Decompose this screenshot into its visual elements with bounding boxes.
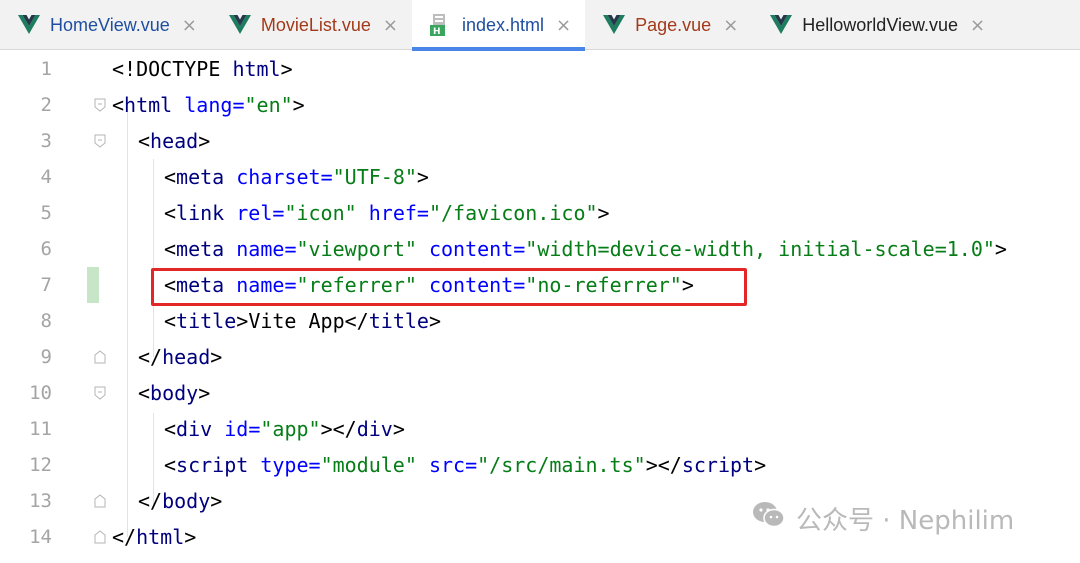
tab-helloworldview[interactable]: HelloworldView.vue × bbox=[752, 0, 999, 50]
editor-tab-bar: HomeView.vue × MovieList.vue × H index.h… bbox=[0, 0, 1080, 51]
vue-icon bbox=[228, 15, 251, 35]
wechat-icon bbox=[752, 501, 786, 536]
tab-label: index.html bbox=[461, 14, 545, 35]
tab-label: Page.vue bbox=[635, 14, 712, 35]
code-text: <head> bbox=[138, 129, 211, 153]
fold-open-icon[interactable] bbox=[94, 386, 106, 400]
code-text: <html lang="en"> bbox=[112, 93, 305, 117]
fold-end-icon[interactable] bbox=[94, 494, 106, 508]
line-number: 2 bbox=[40, 94, 52, 116]
code-text: <title>Vite App</title> bbox=[164, 309, 441, 333]
line-number: 4 bbox=[40, 166, 52, 188]
code-line[interactable]: 12 <script type="module" src="/src/main.… bbox=[0, 447, 1080, 483]
fold-open-icon[interactable] bbox=[94, 134, 106, 148]
tab-label: MovieList.vue bbox=[260, 14, 371, 35]
code-text: </head> bbox=[138, 345, 223, 369]
line-number: 1 bbox=[40, 58, 52, 80]
code-line[interactable]: 9 </head> bbox=[0, 339, 1080, 375]
line-number: 8 bbox=[40, 310, 52, 332]
tab-movielist[interactable]: MovieList.vue × bbox=[211, 0, 412, 50]
fold-open-icon[interactable] bbox=[94, 98, 106, 112]
close-icon[interactable]: × bbox=[723, 15, 738, 36]
line-number: 5 bbox=[40, 202, 52, 224]
code-text: <meta name="viewport" content="width=dev… bbox=[164, 237, 1007, 261]
line-number: 9 bbox=[40, 346, 52, 368]
line-number: 6 bbox=[40, 238, 52, 260]
line-number: 11 bbox=[29, 418, 52, 440]
code-editor[interactable]: 1 <!DOCTYPE html> 2 <html lang="en"> 3 <… bbox=[0, 51, 1080, 563]
fold-end-icon[interactable] bbox=[94, 350, 106, 364]
line-number: 10 bbox=[29, 382, 52, 404]
code-line[interactable]: 5 <link rel="icon" href="/favicon.ico"> bbox=[0, 195, 1080, 231]
code-text: <script type="module" src="/src/main.ts"… bbox=[164, 453, 767, 477]
code-line[interactable]: 3 <head> bbox=[0, 123, 1080, 159]
vue-icon bbox=[18, 15, 40, 35]
close-icon[interactable]: × bbox=[383, 15, 398, 36]
tab-label: HomeView.vue bbox=[50, 14, 170, 35]
code-text: <body> bbox=[138, 381, 211, 405]
html-file-icon: H bbox=[429, 14, 452, 36]
watermark-text: 公众号 · Nephilim bbox=[796, 506, 1015, 536]
code-text: <meta charset="UTF-8"> bbox=[164, 165, 429, 189]
tab-homeview[interactable]: HomeView.vue × bbox=[0, 0, 211, 50]
close-icon[interactable]: × bbox=[182, 15, 197, 36]
code-text: <!DOCTYPE html> bbox=[112, 57, 293, 81]
line-number: 7 bbox=[40, 274, 52, 296]
code-line[interactable]: 2 <html lang="en"> bbox=[0, 87, 1080, 123]
tab-page[interactable]: Page.vue × bbox=[585, 0, 752, 50]
highlight-annotation-box bbox=[151, 268, 747, 306]
line-number: 3 bbox=[40, 130, 52, 152]
line-number: 14 bbox=[29, 526, 52, 548]
vue-icon bbox=[603, 15, 626, 35]
line-number: 13 bbox=[29, 490, 52, 512]
code-line[interactable]: 1 <!DOCTYPE html> bbox=[0, 51, 1080, 87]
code-line[interactable]: 6 <meta name="viewport" content="width=d… bbox=[0, 231, 1080, 267]
code-text: </body> bbox=[138, 489, 223, 513]
watermark: 公众号 · Nephilim bbox=[752, 500, 1014, 537]
tab-label: HelloworldView.vue bbox=[802, 14, 959, 35]
changed-line-marker bbox=[87, 267, 99, 303]
close-icon[interactable]: × bbox=[556, 15, 571, 36]
svg-text:H: H bbox=[433, 27, 441, 36]
code-text: <div id="app"></div> bbox=[164, 417, 405, 441]
code-line[interactable]: 10 <body> bbox=[0, 375, 1080, 411]
line-number: 12 bbox=[29, 454, 52, 476]
code-line[interactable]: 11 <div id="app"></div> bbox=[0, 411, 1080, 447]
tab-index-html[interactable]: H index.html × bbox=[411, 0, 586, 51]
code-text: <link rel="icon" href="/favicon.ico"> bbox=[164, 201, 610, 225]
fold-end-icon[interactable] bbox=[94, 530, 106, 544]
code-line[interactable]: 8 <title>Vite App</title> bbox=[0, 303, 1080, 339]
close-icon[interactable]: × bbox=[970, 15, 985, 36]
code-line[interactable]: 4 <meta charset="UTF-8"> bbox=[0, 159, 1080, 195]
vue-icon bbox=[770, 15, 793, 35]
code-text: </html> bbox=[112, 525, 197, 549]
